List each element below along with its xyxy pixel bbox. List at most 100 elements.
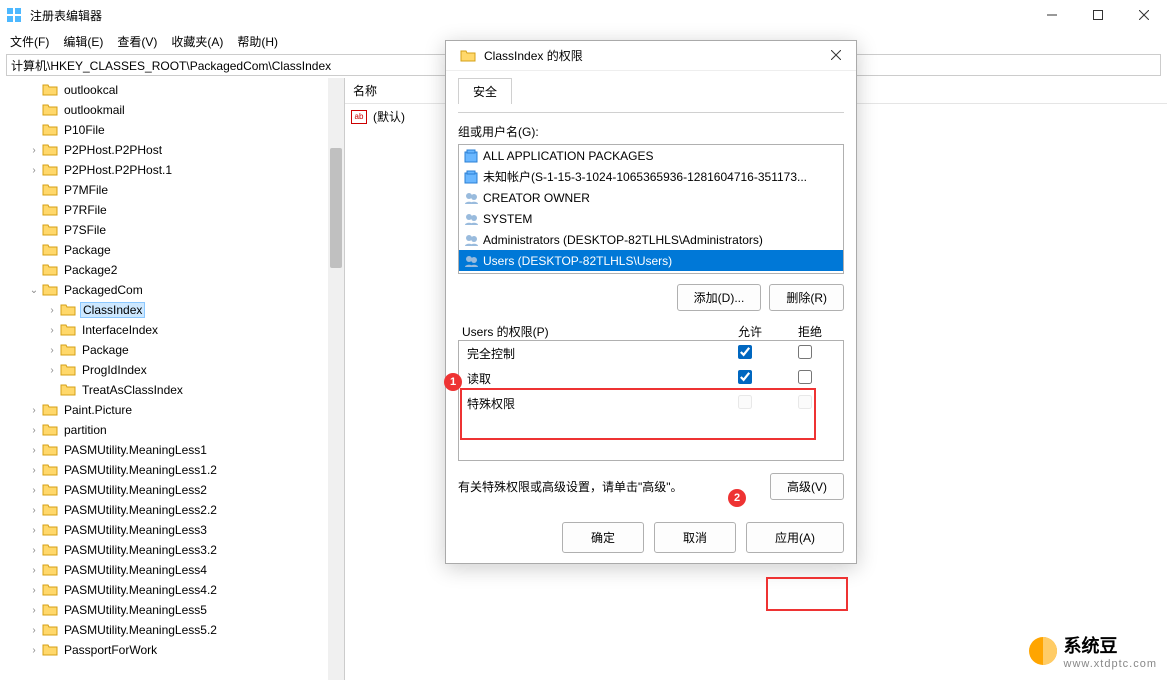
- tree-item[interactable]: P10File: [0, 120, 344, 140]
- tree-label: PASMUtility.MeaningLess1: [62, 443, 209, 457]
- tree-item[interactable]: › Paint.Picture: [0, 400, 344, 420]
- tree-item[interactable]: ›P2PHost.P2PHost.1: [0, 160, 344, 180]
- folder-icon: [42, 482, 58, 498]
- allow-checkbox[interactable]: [738, 345, 752, 359]
- tree-item[interactable]: P7RFile: [0, 200, 344, 220]
- tree-scrollbar[interactable]: [328, 78, 344, 680]
- perm-name: 读取: [467, 370, 715, 387]
- tree-item[interactable]: ›PASMUtility.MeaningLess3.2: [0, 540, 344, 560]
- deny-checkbox[interactable]: [798, 345, 812, 359]
- tree-item[interactable]: ›ClassIndex: [0, 300, 344, 320]
- minimize-button[interactable]: [1029, 0, 1075, 30]
- expand-icon[interactable]: ›: [26, 625, 42, 636]
- tree-label: PASMUtility.MeaningLess4: [62, 563, 209, 577]
- ok-button[interactable]: 确定: [562, 522, 644, 553]
- expand-icon[interactable]: ›: [26, 165, 42, 176]
- menu-file[interactable]: 文件(F): [4, 31, 55, 52]
- advanced-button[interactable]: 高级(V): [770, 473, 844, 500]
- scroll-thumb[interactable]: [330, 148, 342, 268]
- group-row[interactable]: SYSTEM: [459, 208, 843, 229]
- tab-security[interactable]: 安全: [458, 78, 512, 104]
- group-icon: [463, 232, 479, 248]
- permissions-box: 完全控制读取特殊权限: [458, 340, 844, 461]
- group-row[interactable]: Administrators (DESKTOP-82TLHLS\Administ…: [459, 229, 843, 250]
- add-button[interactable]: 添加(D)...: [677, 284, 762, 311]
- tree-pane: outlookcaloutlookmailP10File›P2PHost.P2P…: [0, 78, 345, 680]
- group-name: Administrators (DESKTOP-82TLHLS\Administ…: [483, 233, 763, 247]
- tree-item[interactable]: › PASMUtility.MeaningLess4: [0, 560, 344, 580]
- expand-icon[interactable]: ›: [26, 605, 42, 616]
- tree-item[interactable]: P7SFile: [0, 220, 344, 240]
- tree-item[interactable]: ›PASMUtility.MeaningLess1.2: [0, 460, 344, 480]
- tree-item[interactable]: ›PASMUtility.MeaningLess5: [0, 600, 344, 620]
- value-name: (默认): [373, 108, 405, 125]
- tree-item[interactable]: › PASMUtility.MeaningLess1: [0, 440, 344, 460]
- close-button[interactable]: [1121, 0, 1167, 30]
- tree-item[interactable]: › PASMUtility.MeaningLess5.2: [0, 620, 344, 640]
- group-row[interactable]: Users (DESKTOP-82TLHLS\Users): [459, 250, 843, 271]
- expand-icon[interactable]: ›: [44, 305, 60, 316]
- expand-icon[interactable]: ›: [44, 365, 60, 376]
- folder-icon: [42, 522, 58, 538]
- expand-icon[interactable]: ›: [26, 145, 42, 156]
- menu-edit[interactable]: 编辑(E): [57, 31, 109, 52]
- folder-icon: [60, 322, 76, 338]
- folder-icon: [42, 242, 58, 258]
- menu-favorites[interactable]: 收藏夹(A): [165, 31, 229, 52]
- allow-checkbox[interactable]: [738, 370, 752, 384]
- expand-icon[interactable]: ›: [26, 545, 42, 556]
- tree-label: Paint.Picture: [62, 403, 134, 417]
- groups-listbox[interactable]: ALL APPLICATION PACKAGES未知帐户(S-1-15-3-10…: [458, 144, 844, 274]
- folder-icon: [42, 502, 58, 518]
- tree-item[interactable]: ›P2PHost.P2PHost: [0, 140, 344, 160]
- remove-button[interactable]: 删除(R): [769, 284, 844, 311]
- expand-icon[interactable]: ›: [44, 325, 60, 336]
- apply-button[interactable]: 应用(A): [746, 522, 844, 553]
- group-row[interactable]: ALL APPLICATION PACKAGES: [459, 145, 843, 166]
- permissions-dialog: ClassIndex 的权限 安全 组或用户名(G): ALL APPLICAT…: [445, 40, 857, 564]
- expand-icon[interactable]: ›: [26, 565, 42, 576]
- cancel-button[interactable]: 取消: [654, 522, 736, 553]
- annotation-badge-2: 2: [728, 489, 746, 507]
- dialog-close-button[interactable]: [816, 49, 856, 63]
- maximize-button[interactable]: [1075, 0, 1121, 30]
- menu-help[interactable]: 帮助(H): [231, 31, 284, 52]
- watermark-url: www.xtdptc.com: [1064, 658, 1157, 670]
- tree-item[interactable]: outlookcal: [0, 80, 344, 100]
- expand-icon[interactable]: ›: [26, 445, 42, 456]
- expand-icon[interactable]: ›: [26, 425, 42, 436]
- tree-item[interactable]: ›PASMUtility.MeaningLess2.2: [0, 500, 344, 520]
- expand-icon[interactable]: ⌄: [26, 285, 42, 296]
- tree-item[interactable]: ›PASMUtility.MeaningLess3: [0, 520, 344, 540]
- tree-item[interactable]: Package: [0, 240, 344, 260]
- expand-icon[interactable]: ›: [26, 645, 42, 656]
- tree-item[interactable]: ›partition: [0, 420, 344, 440]
- expand-icon[interactable]: ›: [26, 585, 42, 596]
- expand-icon[interactable]: ›: [26, 525, 42, 536]
- group-row[interactable]: CREATOR OWNER: [459, 187, 843, 208]
- folder-icon: [42, 222, 58, 238]
- tree-item[interactable]: TreatAsClassIndex: [0, 380, 344, 400]
- tree-item[interactable]: ›InterfaceIndex: [0, 320, 344, 340]
- tree-label: outlookcal: [62, 83, 120, 97]
- tree-item[interactable]: ›PASMUtility.MeaningLess2: [0, 480, 344, 500]
- tree-item[interactable]: ›PASMUtility.MeaningLess4.2: [0, 580, 344, 600]
- expand-icon[interactable]: ›: [26, 505, 42, 516]
- tree-label: PASMUtility.MeaningLess5.2: [62, 623, 219, 637]
- deny-checkbox[interactable]: [798, 370, 812, 384]
- expand-icon[interactable]: ›: [26, 405, 42, 416]
- registry-tree[interactable]: outlookcaloutlookmailP10File›P2PHost.P2P…: [0, 78, 344, 680]
- tree-item[interactable]: ›Package: [0, 340, 344, 360]
- expand-icon[interactable]: ›: [44, 345, 60, 356]
- tree-item[interactable]: ›ProgIdIndex: [0, 360, 344, 380]
- tree-item[interactable]: Package2: [0, 260, 344, 280]
- tree-item[interactable]: ›PassportForWork: [0, 640, 344, 660]
- group-row[interactable]: 未知帐户(S-1-15-3-1024-1065365936-1281604716…: [459, 166, 843, 187]
- tree-item[interactable]: outlookmail: [0, 100, 344, 120]
- tree-item[interactable]: ⌄PackagedCom: [0, 280, 344, 300]
- expand-icon[interactable]: ›: [26, 485, 42, 496]
- tree-label: P7SFile: [62, 223, 108, 237]
- tree-item[interactable]: P7MFile: [0, 180, 344, 200]
- expand-icon[interactable]: ›: [26, 465, 42, 476]
- menu-view[interactable]: 查看(V): [111, 31, 163, 52]
